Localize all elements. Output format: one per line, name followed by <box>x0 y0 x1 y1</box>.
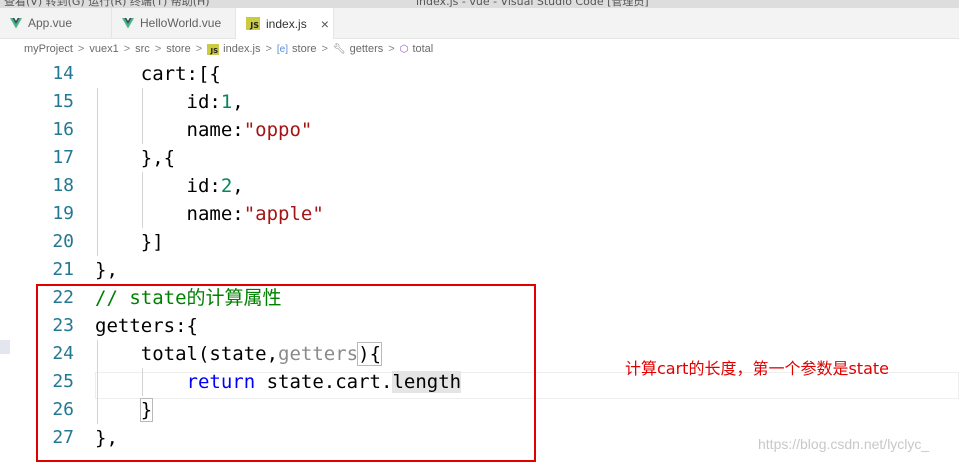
annotation-text: 计算cart的长度，第一个参数是state <box>625 359 889 378</box>
code-text: name:"oppo" <box>95 116 313 144</box>
code-line[interactable]: 18 id:2, <box>0 172 959 200</box>
wrench-icon: 🔧︎ <box>332 43 346 55</box>
highlight-box <box>36 284 536 462</box>
line-number: 16 <box>52 119 74 140</box>
vue-icon <box>10 17 22 29</box>
code-line[interactable]: 19 name:"apple" <box>0 200 959 228</box>
js-icon: JS <box>207 43 220 55</box>
chevron-right-icon: > <box>388 43 395 55</box>
tab-label: HelloWorld.vue <box>140 16 222 30</box>
code-text: }] <box>95 228 164 256</box>
code-line[interactable]: 20 }] <box>0 228 959 256</box>
breadcrumb-item[interactable]: total <box>412 43 433 55</box>
tab-label: App.vue <box>28 16 73 30</box>
line-number: 21 <box>52 259 74 280</box>
line-number: 15 <box>52 91 74 112</box>
code-token: "apple" <box>243 203 324 225</box>
tab-label: index.js <box>266 16 307 31</box>
breadcrumb-item[interactable]: vuex1 <box>89 43 118 55</box>
chevron-right-icon: > <box>195 43 203 55</box>
editor-tab-bar: App.vue HelloWorld.vue JS index.js × <box>0 8 959 39</box>
line-number: 14 <box>52 63 74 84</box>
line-number: 18 <box>52 175 74 196</box>
js-icon: JS <box>246 17 260 30</box>
title-bar: 查看(V) 转到(G) 运行(R) 终端(T) 帮助(H) index.js -… <box>0 0 959 8</box>
breadcrumb-item[interactable]: src <box>135 43 150 55</box>
menu-strip: 查看(V) 转到(G) 运行(R) 终端(T) 帮助(H) <box>4 0 210 8</box>
code-text: cart:[{ <box>95 60 221 88</box>
watermark: https://blog.csdn.net/lyclyc_ <box>758 436 930 452</box>
chevron-right-icon: > <box>154 43 162 55</box>
code-line[interactable]: 17 },{ <box>0 144 959 172</box>
close-icon[interactable]: × <box>321 16 329 32</box>
cube-icon: ⬡ <box>399 43 409 55</box>
chevron-right-icon: > <box>123 43 131 55</box>
line-number: 19 <box>52 203 74 224</box>
code-editor[interactable]: 14 cart:[{15 id:1, 16 name:"oppo" 17 },{18… <box>0 60 959 464</box>
breadcrumb-item[interactable]: myProject <box>24 43 73 55</box>
code-token: 2 <box>220 175 233 197</box>
code-token: "oppo" <box>243 119 313 141</box>
code-token: }] <box>140 231 164 253</box>
breadcrumb-item[interactable]: index.js <box>223 43 260 55</box>
code-token: id: <box>186 91 221 113</box>
tab-helloworld-vue[interactable]: HelloWorld.vue <box>112 8 236 38</box>
code-text: id:1, <box>95 88 244 116</box>
code-line[interactable]: 15 id:1, <box>0 88 959 116</box>
code-token: id: <box>186 175 221 197</box>
code-token: }, <box>95 259 118 281</box>
breadcrumb-item[interactable]: store <box>166 43 190 55</box>
vue-icon <box>122 17 134 29</box>
code-line[interactable]: 21}, <box>0 256 959 284</box>
chevron-right-icon: > <box>77 43 85 55</box>
breadcrumb: myProject > vuex1 > src > store > JS ind… <box>0 39 959 59</box>
code-token: 1 <box>220 91 233 113</box>
chevron-right-icon: > <box>265 43 272 55</box>
line-number: 20 <box>52 231 74 252</box>
line-number: 17 <box>52 147 74 168</box>
tab-index-js[interactable]: JS index.js × <box>236 8 334 39</box>
window-title: index.js - vue - Visual Studio Code [管理员… <box>416 0 649 8</box>
code-text: name:"apple" <box>95 200 324 228</box>
code-token: , <box>232 91 244 113</box>
code-text: }, <box>95 256 118 284</box>
code-token: name: <box>186 119 244 141</box>
variable-icon: [e] <box>276 43 289 55</box>
breadcrumb-item[interactable]: store <box>292 43 316 55</box>
code-text: id:2, <box>95 172 244 200</box>
code-token: name: <box>186 203 244 225</box>
code-token: , <box>232 175 244 197</box>
tab-app-vue[interactable]: App.vue <box>0 8 112 38</box>
code-line[interactable]: 16 name:"oppo" <box>0 116 959 144</box>
code-line[interactable]: 14 cart:[{ <box>0 60 959 88</box>
code-token: cart:[{ <box>140 63 221 85</box>
code-token: },{ <box>140 147 176 169</box>
code-text: },{ <box>95 144 175 172</box>
breadcrumb-item[interactable]: getters <box>350 43 384 55</box>
chevron-right-icon: > <box>321 43 328 55</box>
